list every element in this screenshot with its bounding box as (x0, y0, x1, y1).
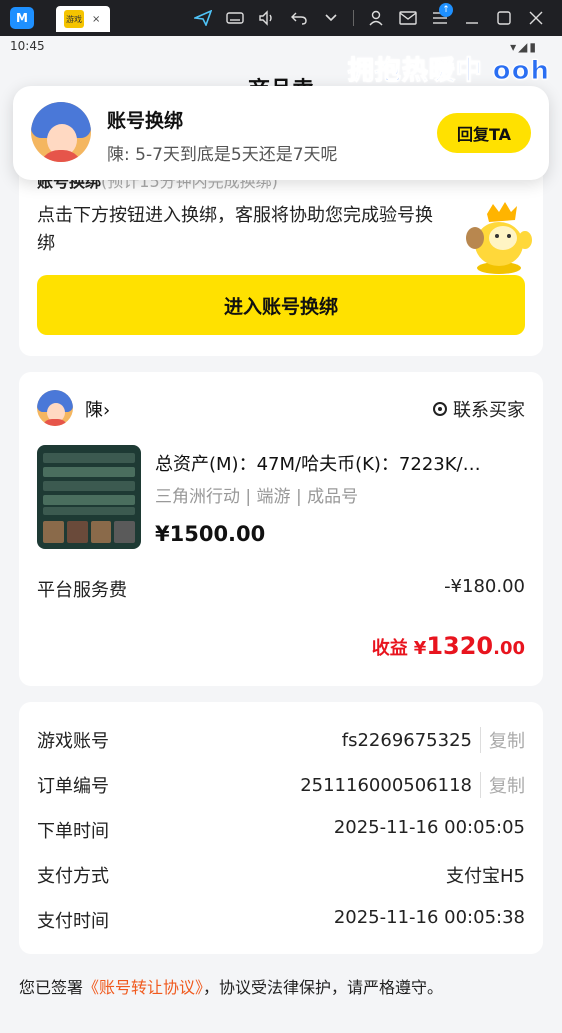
close-icon[interactable] (520, 0, 552, 36)
info-row-order-number: 订单编号 251116000506118 复制 (37, 772, 525, 802)
info-key: 支付时间 (37, 911, 109, 932)
app-tab[interactable]: 游戏 × (56, 6, 110, 32)
maximize-icon[interactable] (488, 0, 520, 36)
watermark: 拥抱热暖中 ooh (347, 56, 550, 87)
agreement-link[interactable]: 《账号转让协议》 (83, 978, 203, 997)
info-key: 支付方式 (37, 866, 109, 887)
info-key: 下单时间 (37, 821, 109, 842)
update-badge: ↑ (439, 3, 453, 17)
product-meta: 三角洲行动 | 端游 | 成品号 (155, 487, 359, 507)
back-icon[interactable] (283, 0, 315, 36)
info-key: 订单编号 (37, 776, 109, 797)
product-price: ¥1500.00 (155, 522, 266, 546)
volume-icon[interactable] (251, 0, 283, 36)
mascot-illustration (466, 202, 532, 274)
contact-buyer-label: 联系买家 (453, 400, 525, 421)
service-fee-label: 平台服务费 (37, 580, 127, 601)
info-row-payment-method: 支付方式 支付宝H5 (37, 862, 525, 892)
order-info-card: 游戏账号 fs2269675325 复制 订单编号 251116000506118… (19, 702, 543, 954)
copy-account-button[interactable]: 复制 (480, 727, 525, 753)
user-icon[interactable] (360, 0, 392, 36)
product-thumbnail[interactable] (37, 445, 141, 549)
info-key: 游戏账号 (37, 731, 109, 752)
avatar (31, 102, 91, 162)
order-card: 陳› 联系买家 总资产(M)：47M/哈夫币(K)：7223K/… 三角洲行动 … (19, 372, 543, 686)
notification-banner[interactable]: 账号换绑 陳: 5-7天到底是5天还是7天呢 回复TA (13, 86, 549, 180)
menu-icon[interactable]: ↑ (424, 0, 456, 36)
agreement-prefix: 您已签署 (19, 978, 84, 997)
copy-order-number-button[interactable]: 复制 (480, 772, 525, 798)
seller-name-link[interactable]: 陳› (85, 396, 110, 422)
chevron-down-icon[interactable] (315, 0, 347, 36)
income-currency: ¥ (413, 638, 427, 659)
info-value: 2025-11-16 00:05:38 (333, 907, 525, 928)
notification-title: 账号换绑 (107, 110, 184, 132)
service-fee-value: -¥180.00 (444, 576, 525, 597)
rebind-card: 账号换绑(预计15分钟内完成换绑) 点击下方按钮进入换绑，客服将协助您完成验号换… (19, 158, 543, 356)
keyboard-icon[interactable] (219, 0, 251, 36)
product-title[interactable]: 总资产(M)：47M/哈夫币(K)：7223K/… (155, 450, 525, 476)
rebind-description: 点击下方按钮进入换绑，客服将协助您完成验号换绑 (37, 205, 433, 254)
income-label: 收益 (371, 638, 408, 659)
mail-icon[interactable] (392, 0, 424, 36)
app-tab-thumbnail: 游戏 (64, 10, 84, 28)
seller-avatar[interactable] (37, 390, 73, 426)
income-decimal: .00 (493, 638, 525, 659)
emulator-title-bar: M 游戏 × ↑ (0, 0, 562, 36)
paper-plane-icon[interactable] (187, 0, 219, 36)
info-row-game-account: 游戏账号 fs2269675325 复制 (37, 727, 525, 757)
toolbar-divider (353, 10, 354, 26)
info-value: 251116000506118 (300, 774, 472, 796)
agreement-suffix: ，协议受法律保护，请严格遵守。 (203, 978, 444, 997)
enter-rebind-button[interactable]: 进入账号换绑 (37, 275, 525, 335)
info-row-order-time: 下单时间 2025-11-16 00:05:05 (37, 817, 525, 847)
reply-button[interactable]: 回复TA (437, 113, 531, 153)
info-value: 支付宝H5 (446, 866, 525, 887)
contact-buyer-button[interactable]: 联系买家 (433, 396, 525, 422)
chat-icon (433, 402, 447, 416)
minimize-icon[interactable] (456, 0, 488, 36)
status-time: 10:45 (10, 39, 45, 53)
tab-close-icon[interactable]: × (92, 14, 100, 25)
info-value: 2025-11-16 00:05:05 (333, 817, 525, 838)
emulator-logo-icon[interactable]: M (10, 7, 34, 29)
income-integer: 1320 (426, 632, 494, 660)
info-value: fs2269675325 (341, 729, 472, 751)
income-amount: 收益 ¥ 1320 .00 (372, 632, 525, 660)
agreement-notice: 您已签署《账号转让协议》，协议受法律保护，请严格遵守。 (19, 974, 443, 998)
info-row-payment-time: 支付时间 2025-11-16 00:05:38 (37, 907, 525, 937)
notification-message: 陳: 5-7天到底是5天还是7天呢 (107, 145, 338, 165)
